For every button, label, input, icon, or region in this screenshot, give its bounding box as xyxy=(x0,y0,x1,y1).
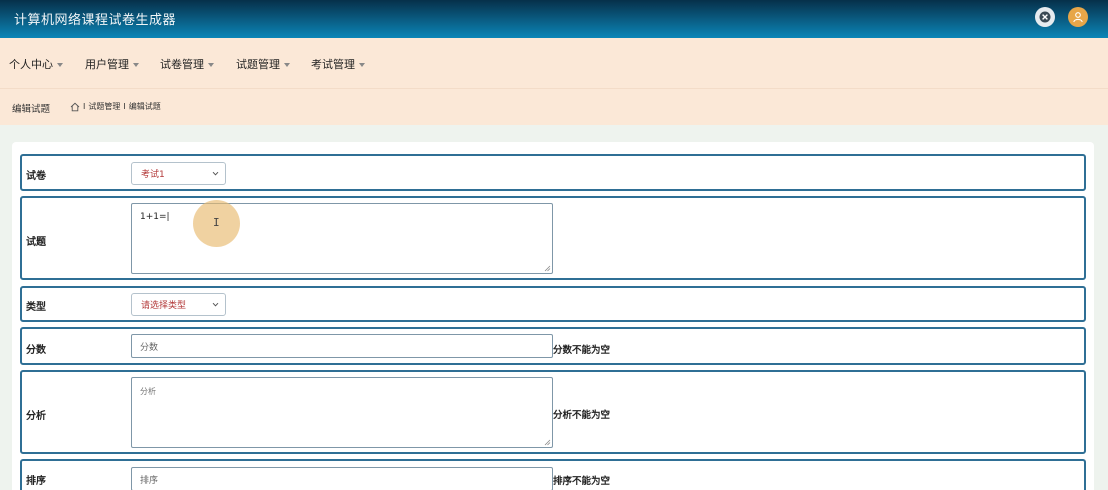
score-error: 分数不能为空 xyxy=(553,345,611,356)
paper-label: 试卷 xyxy=(26,171,46,182)
caret-down-icon xyxy=(133,62,139,67)
question-label: 试题 xyxy=(26,237,46,248)
breadcrumb-bar: 编辑试题 I 试题管理 I 编辑试题 xyxy=(0,88,1108,125)
caret-down-icon xyxy=(359,62,365,67)
chevron-down-icon xyxy=(212,171,219,176)
score-label: 分数 xyxy=(26,345,46,356)
form-row-analysis: 分析 分析 分析不能为空 xyxy=(20,370,1086,454)
type-select-value: 请选择类型 xyxy=(141,301,187,311)
user-avatar-button[interactable] xyxy=(1068,7,1088,27)
breadcrumb-item-question-management[interactable]: 试题管理 xyxy=(88,101,120,112)
main-nav: 个人中心 用户管理 试卷管理 试题管理 考试管理 xyxy=(0,38,1108,88)
nav-item-label: 用户管理 xyxy=(85,58,129,71)
question-text: 1+1=| xyxy=(140,212,170,222)
breadcrumb-separator: I xyxy=(83,102,86,111)
form-row-paper: 试卷 考试1 xyxy=(20,154,1086,191)
order-placeholder: 排序 xyxy=(140,475,159,486)
score-placeholder: 分数 xyxy=(140,342,159,353)
paper-select[interactable]: 考试1 xyxy=(131,162,226,185)
nav-item-label: 考试管理 xyxy=(311,58,355,71)
nav-item-paper-management[interactable]: 试卷管理 xyxy=(160,56,214,72)
nav-item-label: 试卷管理 xyxy=(160,58,204,71)
order-error: 排序不能为空 xyxy=(553,476,611,487)
close-icon xyxy=(1039,11,1051,23)
nav-item-personal-center[interactable]: 个人中心 xyxy=(9,56,63,72)
nav-item-label: 试题管理 xyxy=(236,58,280,71)
chevron-down-icon xyxy=(212,302,219,307)
analysis-textarea[interactable]: 分析 xyxy=(131,377,553,448)
order-input[interactable]: 排序 xyxy=(131,467,553,490)
form-row-order: 排序 排序 排序不能为空 xyxy=(20,459,1086,490)
type-select[interactable]: 请选择类型 xyxy=(131,293,226,316)
caret-down-icon xyxy=(57,62,63,67)
analysis-label: 分析 xyxy=(26,411,46,422)
breadcrumb-item-edit-question: 编辑试题 xyxy=(128,102,161,111)
analysis-placeholder: 分析 xyxy=(140,387,156,396)
user-icon xyxy=(1073,12,1083,23)
form-row-question: 试题 1+1=| xyxy=(20,196,1086,280)
nav-item-user-management[interactable]: 用户管理 xyxy=(85,56,139,72)
type-label: 类型 xyxy=(26,302,46,313)
nav-item-label: 个人中心 xyxy=(9,58,53,71)
caret-down-icon xyxy=(208,62,214,67)
order-label: 排序 xyxy=(26,476,46,487)
close-button[interactable] xyxy=(1035,7,1055,27)
resize-handle-icon[interactable] xyxy=(544,265,551,272)
paper-select-value: 考试1 xyxy=(141,170,165,180)
breadcrumb: I 试题管理 I 编辑试题 xyxy=(70,101,161,112)
analysis-error: 分析不能为空 xyxy=(553,410,611,421)
form-row-type: 类型 请选择类型 xyxy=(20,286,1086,322)
app-title: 计算机网络课程试卷生成器 xyxy=(14,13,177,28)
page-title: 编辑试题 xyxy=(12,104,51,115)
home-icon[interactable] xyxy=(70,102,80,112)
nav-item-question-management[interactable]: 试题管理 xyxy=(236,56,290,72)
breadcrumb-separator: I xyxy=(123,102,126,111)
caret-down-icon xyxy=(284,62,290,67)
text-cursor-icon: I xyxy=(213,216,220,229)
nav-item-exam-management[interactable]: 考试管理 xyxy=(311,56,365,72)
resize-handle-icon[interactable] xyxy=(544,439,551,446)
form-row-score: 分数 分数 分数不能为空 xyxy=(20,327,1086,365)
score-input[interactable]: 分数 xyxy=(131,334,553,358)
top-bar: 计算机网络课程试卷生成器 xyxy=(0,0,1108,38)
